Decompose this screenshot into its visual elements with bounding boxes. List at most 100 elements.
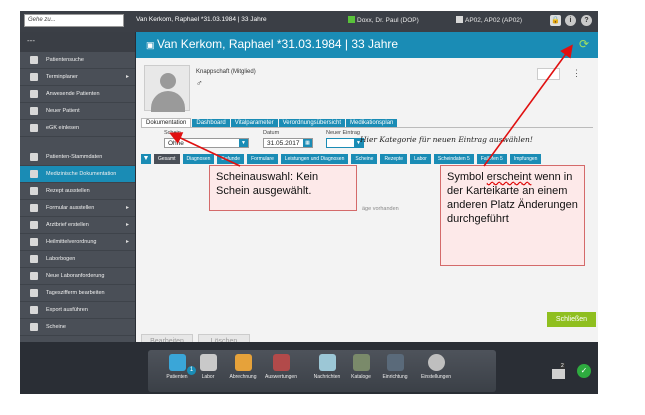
handwritten-hint: Hier Kategorie für neuen Eintrag auswähl… [360, 135, 533, 144]
sidebar-item-medizinische-dokumentation[interactable]: Medizinische Dokumentation [20, 166, 135, 183]
sidebar-item-label: Tageszifferm bearbeiten [46, 290, 105, 296]
datum-label: Datum [263, 130, 280, 136]
filter-leistungen[interactable]: Leistungen und Diagnosen [280, 154, 349, 164]
lock-icon[interactable]: 🔒 [550, 15, 561, 26]
statistics-icon [272, 354, 290, 371]
sidebar-item-label: Terminplaner [46, 74, 78, 80]
catalogs-icon [352, 354, 370, 371]
sidebar-item-egk-einlesen[interactable]: eGK einlesen [20, 120, 135, 137]
mail-count: 2 [560, 363, 565, 369]
doctor-selector[interactable]: Doxx, Dr. Paul (DOP) [348, 16, 419, 24]
datum-value: 31.05.2017 [267, 140, 300, 147]
sidebar-item-patientensuche[interactable]: Patientensuche [20, 52, 135, 69]
filter-rezepte[interactable]: Rezepte [380, 154, 408, 164]
datum-field[interactable]: 31.05.2017 ▦ [263, 138, 313, 148]
chevron-right-icon: ▸ [125, 239, 129, 245]
filter-diagnosen[interactable]: Diagnosen [182, 154, 215, 164]
neuer-eintrag-label: Neuer Eintrag [326, 130, 360, 136]
neuer-eintrag-select[interactable]: ▼ [326, 138, 364, 148]
filter-scheine[interactable]: Scheine [351, 154, 378, 164]
waiting-room-icon [30, 90, 38, 98]
avatar[interactable] [144, 65, 190, 112]
status-icon [348, 16, 355, 23]
annotation-schein: Scheinauswahl: Kein Schein ausgewählt. [209, 165, 357, 211]
filter-befunde[interactable]: Befunde [217, 154, 245, 164]
dock-nachrichten[interactable]: Nachrichten [309, 354, 345, 380]
sidebar-top[interactable]: --- [20, 32, 135, 52]
letter-icon [30, 221, 38, 229]
lab-flask-icon [199, 354, 217, 371]
lab-request-icon [30, 272, 38, 280]
goto-search-input[interactable]: Gehe zu... [24, 14, 124, 27]
gender-icon: ♂ [196, 78, 203, 88]
card-reader-icon [30, 124, 38, 132]
close-button[interactable]: Schließen [547, 312, 596, 327]
dock-label: Abrechnung [229, 374, 257, 380]
setup-icon [386, 354, 404, 371]
schein-select[interactable]: Ohne ▼ [164, 138, 249, 148]
tab-dokumentation[interactable]: Dokumentation [141, 118, 192, 127]
sidebar-item-neuer-patient[interactable]: Neuer Patient [20, 103, 135, 120]
chevron-right-icon: ▸ [125, 205, 129, 211]
sidebar-divider [20, 137, 135, 149]
daily-numbers-icon [30, 289, 38, 297]
avatar-head [160, 73, 176, 89]
schein-label: Schein [164, 130, 181, 136]
sidebar-item-heilmittel[interactable]: Heilmittelverordnung ▸ [20, 234, 135, 251]
filter-gesamt[interactable]: Gesamt [154, 154, 180, 164]
refresh-icon[interactable]: ⟳ [579, 37, 589, 51]
filter-labor[interactable]: Labor [410, 154, 431, 164]
add-user-icon [30, 107, 38, 115]
sidebar-item-label: Neue Laboranforderung [46, 273, 105, 279]
info-icon[interactable]: i [565, 15, 576, 26]
top-patient-title: Van Kerkom, Raphael *31.03.1984 | 33 Jah… [136, 16, 267, 23]
chevron-down-icon: ▼ [239, 139, 248, 147]
patient-data-icon [30, 153, 38, 161]
dock-auswertungen[interactable]: Auswertungen [263, 354, 299, 380]
sidebar-item-laborbogen[interactable]: Laborbogen [20, 251, 135, 268]
dock-einrichtung[interactable]: Einrichtung [377, 354, 413, 380]
remedy-icon [30, 238, 38, 246]
sidebar-item-label: Heilmittelverordnung [46, 239, 97, 245]
page-title: Van Kerkom, Raphael *31.03.1984 | 33 Jah… [157, 37, 399, 51]
dock-einstellungen[interactable]: Einstellungen [418, 354, 454, 380]
help-icon[interactable]: ? [581, 15, 592, 26]
filter-formulare[interactable]: Formulare [247, 154, 278, 164]
top-bar: Gehe zu... Van Kerkom, Raphael *31.03.19… [20, 11, 598, 32]
dock-kataloge[interactable]: Kataloge [343, 354, 379, 380]
sidebar-item-laboranforderung[interactable]: Neue Laboranforderung [20, 268, 135, 285]
sidebar-item-scheine[interactable]: Scheine [20, 319, 135, 336]
sidebar-item-label: Scheine [46, 324, 66, 330]
documentation-icon [30, 170, 38, 178]
header-action-button[interactable] [537, 68, 560, 80]
patient-header: ▣ Van Kerkom, Raphael *31.03.1984 | 33 J… [136, 32, 598, 58]
sidebar-item-tagesziffern[interactable]: Tageszifferm bearbeiten [20, 285, 135, 302]
dock-labor[interactable]: Labor [190, 354, 226, 380]
dock-abrechnung[interactable]: Abrechnung [225, 354, 261, 380]
filter-impfungen[interactable]: Impfungen [509, 154, 542, 164]
sidebar-item-rezept[interactable]: Rezept ausstellen [20, 183, 135, 200]
chevron-right-icon: ▸ [125, 222, 129, 228]
workstation-label: AP02, AP02 (AP02) [465, 17, 523, 24]
workstation-selector[interactable]: AP02, AP02 (AP02) [456, 16, 522, 24]
sidebar-item-arztbrief[interactable]: Arztbrief erstellen ▸ [20, 217, 135, 234]
sidebar-item-export[interactable]: Export ausführen [20, 302, 135, 319]
sidebar: --- Patientensuche Terminplaner ▸ Anwesen… [20, 32, 135, 342]
chevron-right-icon: ▸ [125, 74, 129, 80]
sidebar-item-formular[interactable]: Formular ausstellen ▸ [20, 200, 135, 217]
more-options-icon[interactable]: ⋮ [572, 68, 581, 79]
mail-icon[interactable]: 2 [552, 363, 565, 379]
filter-icon[interactable]: ▼ [141, 154, 151, 164]
dock-label: Einstellungen [420, 374, 452, 380]
patients-icon [168, 354, 186, 371]
sidebar-item-stammdaten[interactable]: Patienten-Stammdaten [20, 149, 135, 166]
dock-label: Labor [201, 374, 215, 380]
filter-falloefen[interactable]: Fallöfen 5 [476, 154, 507, 164]
sidebar-item-anwesende-patienten[interactable]: Anwesende Patienten [20, 86, 135, 103]
export-icon [30, 306, 38, 314]
calendar-icon[interactable]: ▦ [303, 139, 312, 147]
schein-value: Ohne [168, 140, 184, 147]
filter-scheindaten[interactable]: Scheindaten 5 [433, 154, 474, 164]
search-patient-icon [30, 56, 38, 64]
sidebar-item-terminplaner[interactable]: Terminplaner ▸ [20, 69, 135, 86]
